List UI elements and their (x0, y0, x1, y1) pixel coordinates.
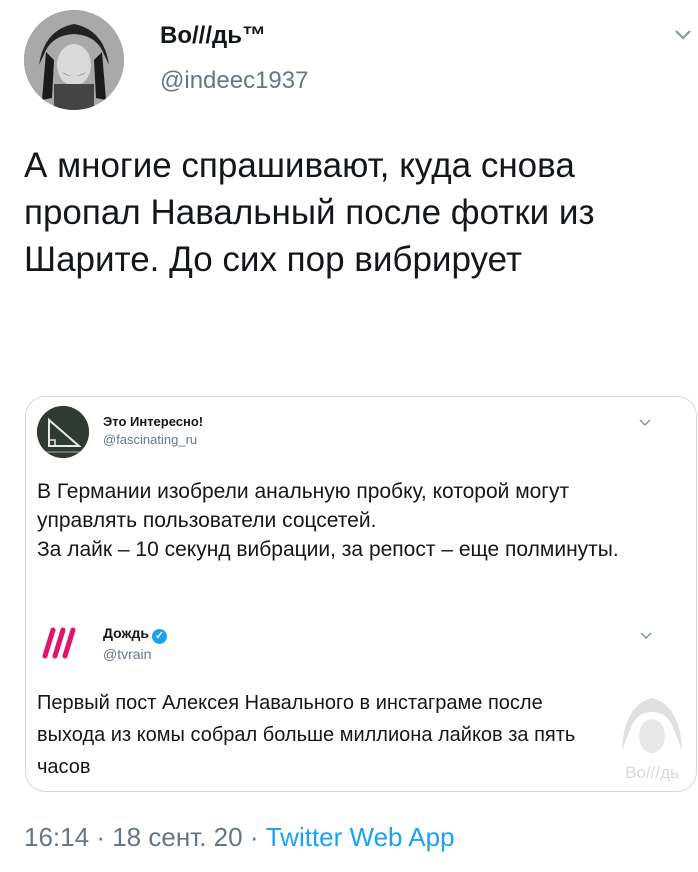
tweet-text: А многие спрашивают, куда снова пропал Н… (24, 146, 595, 279)
quoted-author-avatar[interactable] (37, 406, 89, 458)
quoted-text-line: В Германии изобрели анальную пробку, кот… (37, 480, 619, 561)
tweet-meta: 16:14 · 18 сент. 20 · Twitter Web App (24, 822, 455, 853)
quoted-tweet-text: В Германии изобрели анальную пробку, кот… (37, 477, 637, 564)
quoted-author-handle[interactable]: @fascinating_ru (103, 432, 197, 447)
author-handle[interactable]: @indeec1937 (160, 67, 308, 95)
chevron-down-icon (639, 419, 651, 427)
retweeted-tweet-text: Первый пост Алексея Навального в инстагр… (37, 692, 576, 778)
tweet-more-button[interactable] (674, 28, 692, 46)
retweeted-more-button[interactable] (640, 627, 652, 645)
meta-separator: · (249, 822, 259, 852)
watermark-text: Во///дь (625, 763, 679, 782)
meta-separator: · (96, 822, 105, 852)
retweeted-author-name-text: Дождь (103, 625, 149, 641)
chalkboard-triangle-icon (37, 406, 89, 458)
quoted-author-name[interactable]: Это Интересно! (103, 414, 203, 429)
retweeted-author-handle[interactable]: @tvrain (103, 646, 151, 662)
tvrain-logo[interactable] (37, 622, 87, 662)
watermark-portrait-icon (622, 698, 682, 753)
verified-badge-icon: ✓ (151, 629, 167, 644)
author-avatar[interactable] (24, 10, 124, 110)
author-name[interactable]: Во///дь™ (160, 22, 266, 50)
tvrain-slashes-logo-icon (42, 627, 76, 659)
quoted-more-button[interactable] (639, 414, 651, 432)
retweeted-author-name[interactable]: Дождь ✓ (103, 625, 167, 644)
chevron-down-icon (640, 632, 652, 640)
chief-headdress-portrait-icon (24, 10, 124, 110)
tweet-source-link[interactable]: Twitter Web App (266, 822, 455, 852)
tweet-date[interactable]: 18 сент. 20 (112, 822, 242, 852)
tweet-time[interactable]: 16:14 (24, 822, 89, 852)
watermark: Во///дь (612, 690, 692, 782)
chevron-down-icon (675, 30, 691, 40)
